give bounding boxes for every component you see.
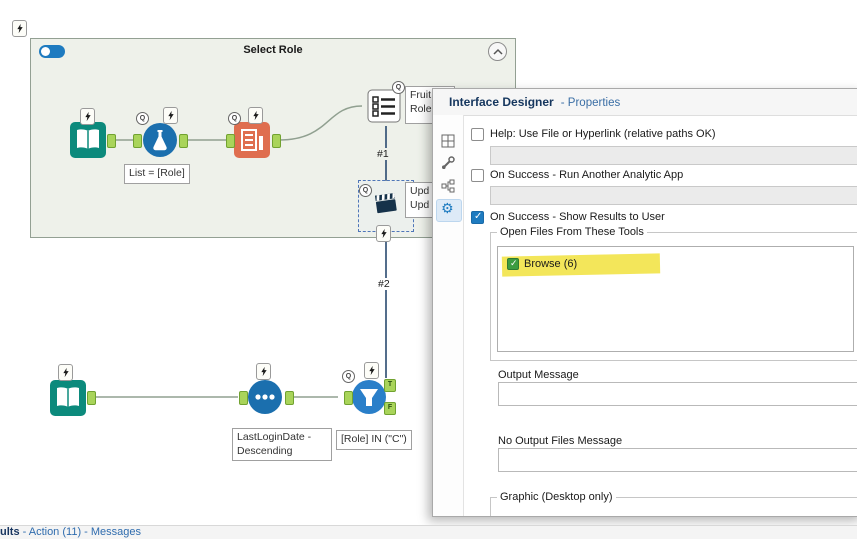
panel-toolbar-strip: ⚙ [433,115,464,516]
question-badge-icon: Q [136,112,149,125]
properties-gear-icon[interactable]: ⚙ [441,201,456,216]
no-output-files-label: No Output Files Message [498,435,623,447]
question-anchor-icon[interactable] [364,362,379,379]
checklist-icon [367,89,401,123]
input-anchor[interactable] [133,134,142,148]
open-files-list[interactable]: Browse (6) [497,246,854,352]
toggle-knob [41,47,50,56]
sort-tool[interactable] [247,379,283,418]
browse-item-label: Browse (6) [524,258,578,270]
input-data-tool[interactable] [70,122,106,161]
annotation-line: LastLoginDate - [237,431,312,443]
graphic-group-title: Graphic (Desktop only) [500,491,613,503]
action-messages-tabs[interactable]: - Action (11) - Messages [20,526,141,538]
question-badge-icon: Q [359,184,372,197]
show-results-checkbox[interactable] [471,211,484,224]
flask-icon [143,123,177,157]
output-anchor[interactable] [87,391,96,405]
run-analytic-app-checkbox[interactable] [471,169,484,182]
true-output-anchor[interactable]: T [384,379,396,392]
interface-designer-panel: Interface Designer - Properties ⚙ Help: … [432,88,857,517]
panel-title: Interface Designer [449,95,554,109]
browse-list-item[interactable]: Browse (6) [501,253,661,277]
output-anchor[interactable] [272,134,281,148]
tree-view-icon[interactable] [441,179,456,194]
run-analytic-app-label: On Success - Run Another Analytic App [490,169,684,181]
tool-annotation[interactable]: LastLoginDate - Descending [232,428,332,462]
output-message-input[interactable] [498,382,857,406]
output-anchor[interactable] [107,134,116,148]
no-output-files-input[interactable] [498,448,857,472]
test-view-icon[interactable] [441,156,456,171]
filter-tool[interactable] [351,379,387,418]
open-files-group-title: Open Files From These Tools [500,226,644,238]
container-title: Select Role [243,44,303,56]
question-anchor-icon[interactable] [248,107,263,124]
book-icon [70,122,106,158]
input-data-tool[interactable] [50,380,86,419]
input-anchor[interactable] [344,391,353,405]
input-anchor[interactable] [226,134,235,148]
layout-view-icon[interactable] [441,134,456,149]
graphic-group: Graphic (Desktop only) [490,491,857,516]
question-badge-icon: Q [342,370,355,383]
question-anchor-icon[interactable] [58,364,73,381]
book-icon [50,380,86,416]
report-tool[interactable] [234,122,270,161]
list-box-tool[interactable] [367,89,401,126]
action-tool[interactable] [370,188,402,223]
chevron-up-icon [492,48,503,55]
funnel-icon [352,380,386,414]
report-icon [234,122,270,158]
question-anchor-icon[interactable] [12,20,27,37]
help-hyperlink-checkbox[interactable] [471,128,484,141]
question-badge-icon: Q [228,112,241,125]
container-enabled-toggle[interactable] [39,45,65,58]
output-anchor[interactable] [285,391,294,405]
open-files-group: Open Files From These Tools Browse (6) [490,226,857,361]
output-message-label: Output Message [498,369,579,381]
question-anchor-icon[interactable] [256,363,271,380]
input-anchor[interactable] [239,391,248,405]
connection-label-1: #1 [375,148,391,160]
container-collapse-button[interactable] [488,42,507,61]
panel-subtitle: - Properties [560,97,621,109]
results-tab-bar[interactable]: ults - Action (11) - Messages [0,525,857,539]
panel-titlebar[interactable]: Interface Designer - Properties [433,89,857,116]
output-anchor[interactable] [179,134,188,148]
question-anchor-icon[interactable] [163,107,178,124]
question-anchor-icon[interactable] [376,225,391,242]
run-analytic-app-input[interactable] [490,186,857,205]
show-results-label: On Success - Show Results to User [490,211,665,223]
help-hyperlink-input[interactable] [490,146,857,165]
browse-item-checkbox[interactable] [507,258,519,270]
tool-annotation[interactable]: [Role] IN ("C") [336,430,412,450]
annotation-line: Descending [237,444,293,457]
false-output-anchor[interactable]: F [384,402,396,415]
dots-icon [248,380,282,414]
clapperboard-icon [374,192,397,214]
question-anchor-icon[interactable] [80,108,95,125]
tool-annotation[interactable]: List = [Role] [124,164,190,184]
help-hyperlink-label: Help: Use File or Hyperlink (relative pa… [490,128,716,140]
connection-label-2: #2 [376,278,392,290]
question-badge-icon: Q [392,81,405,94]
formula-tool[interactable] [142,122,178,161]
results-tab-partial[interactable]: ults [0,526,20,538]
